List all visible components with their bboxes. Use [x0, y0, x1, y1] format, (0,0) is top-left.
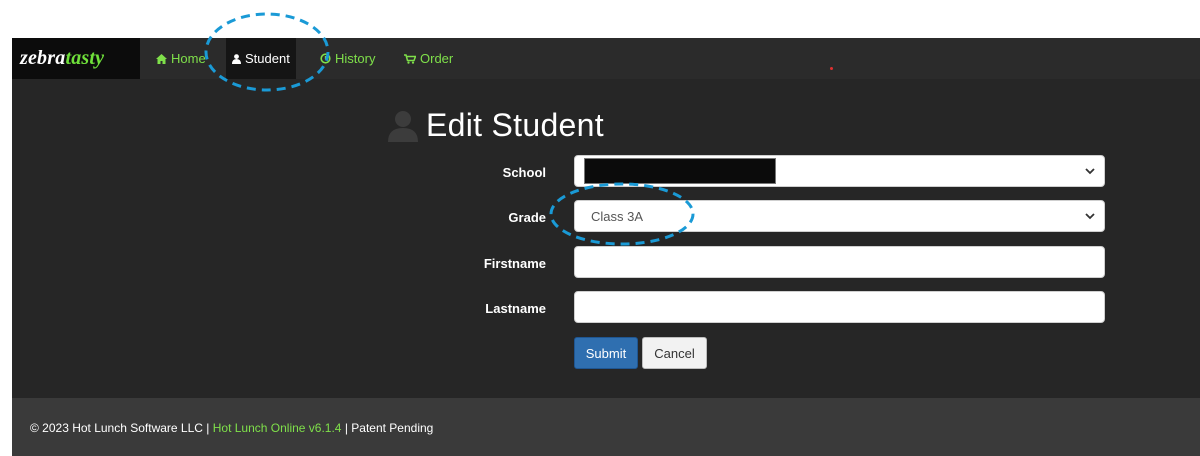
- nav-student-label: Student: [245, 51, 290, 66]
- page-header: Edit Student: [388, 107, 604, 144]
- nav-student[interactable]: Student: [226, 38, 296, 79]
- nav-order[interactable]: Order: [398, 38, 459, 79]
- brand-part1: zebra: [20, 47, 66, 69]
- submit-button[interactable]: Submit: [574, 337, 638, 369]
- brand-part2: tasty: [65, 47, 105, 69]
- top-navbar: zebra tasty Home Student History Order: [12, 38, 1200, 79]
- red-dot-artifact: [830, 67, 833, 70]
- grade-value: Class 3A: [591, 209, 644, 224]
- grade-select[interactable]: Class 3A: [574, 200, 1105, 232]
- history-icon: [320, 53, 331, 64]
- brand-logo[interactable]: zebra tasty: [12, 38, 140, 79]
- user-icon: [232, 53, 241, 64]
- footer: © 2023 Hot Lunch Software LLC | Hot Lunc…: [12, 398, 1200, 456]
- footer-product-link[interactable]: Hot Lunch Online v6.1.4: [213, 421, 342, 435]
- footer-copyright: © 2023 Hot Lunch Software LLC |: [30, 421, 213, 435]
- home-icon: [156, 53, 167, 64]
- main-content: Edit Student School Grade Class 3A First…: [12, 79, 1200, 398]
- nav-history[interactable]: History: [314, 38, 381, 79]
- firstname-label: Firstname: [483, 256, 546, 271]
- school-label: School: [502, 165, 546, 180]
- redaction-box: [584, 158, 776, 184]
- nav-history-label: History: [335, 51, 376, 66]
- footer-text: © 2023 Hot Lunch Software LLC | Hot Lunc…: [30, 421, 433, 435]
- user-icon: [388, 110, 418, 142]
- nav-home-label: Home: [171, 51, 206, 66]
- firstname-input[interactable]: [574, 246, 1105, 278]
- chevron-down-icon: [1085, 168, 1095, 175]
- chevron-down-icon: [1085, 213, 1095, 220]
- cart-icon: [404, 53, 416, 64]
- grade-label: Grade: [508, 210, 546, 225]
- lastname-label: Lastname: [485, 301, 546, 316]
- page-title: Edit Student: [426, 107, 604, 143]
- lastname-input[interactable]: [574, 291, 1105, 323]
- nav-home[interactable]: Home: [150, 38, 212, 79]
- nav-order-label: Order: [420, 51, 454, 66]
- footer-tail: | Patent Pending: [341, 421, 434, 435]
- school-select[interactable]: [574, 155, 1105, 187]
- cancel-button[interactable]: Cancel: [642, 337, 707, 369]
